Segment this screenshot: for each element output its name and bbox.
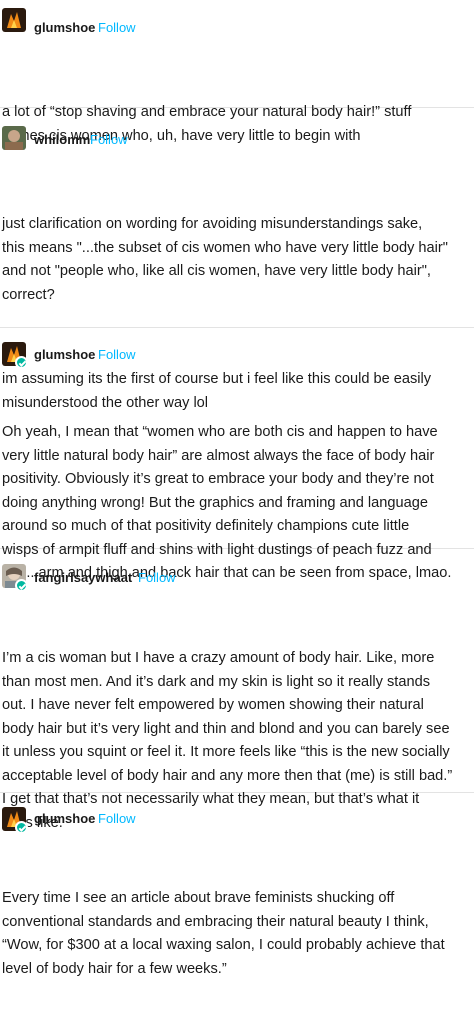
photo-avatar-icon (2, 126, 26, 150)
post-body: Every time I see an article about brave … (2, 840, 472, 1028)
post-username[interactable]: glumshoe (34, 347, 95, 362)
reblog-post: whilomm Follow just clarification on wor… (0, 108, 474, 411)
reblog-post: glumshoe Follow Oh yeah, I mean that “wo… (0, 328, 474, 581)
post-paragraph: just clarification on wording for avoidi… (2, 216, 448, 303)
post-username[interactable]: whilomm (34, 132, 90, 147)
flame-avatar-icon (2, 8, 26, 32)
avatar[interactable] (2, 126, 26, 150)
post-username[interactable]: glumshoe (34, 20, 95, 35)
check-badge-icon (15, 579, 28, 592)
post-username[interactable]: fangirlsaywhaat (34, 570, 132, 585)
check-badge-icon (15, 356, 28, 369)
reblog-thread: glumshoe Follow a lot of “stop shaving a… (0, 0, 474, 977)
reblog-post: glumshoe Follow a lot of “stop shaving a… (0, 0, 474, 144)
follow-button[interactable]: Follow (98, 811, 136, 826)
check-badge-icon (15, 821, 28, 834)
post-paragraph: Every time I see an article about brave … (2, 890, 445, 977)
follow-button[interactable]: Follow (98, 20, 136, 35)
follow-button[interactable]: Follow (90, 132, 128, 147)
follow-button[interactable]: Follow (138, 570, 176, 585)
avatar[interactable] (2, 8, 26, 32)
post-username[interactable]: glumshoe (34, 811, 95, 826)
reblog-post: fangirlsaywhaat Follow I’m a cis woman b… (0, 549, 474, 831)
follow-button[interactable]: Follow (98, 347, 136, 362)
reblog-post: glumshoe Follow Every time I see an arti… (0, 793, 474, 977)
